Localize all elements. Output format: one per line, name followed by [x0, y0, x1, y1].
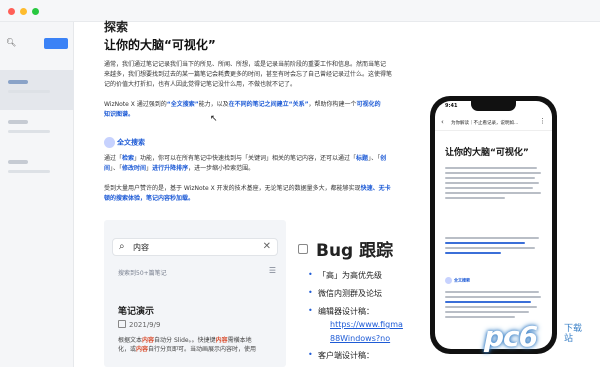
heading-marker-icon: [445, 277, 452, 284]
figma-link[interactable]: https://www.figma: [330, 320, 403, 329]
list-item[interactable]: [0, 70, 74, 110]
section-heading: 探索: [104, 20, 129, 34]
list-item: 客户端设计稿：: [308, 350, 374, 361]
list-item[interactable]: [0, 110, 74, 150]
bug-title: Bug 跟踪: [316, 241, 394, 261]
list-item[interactable]: [0, 150, 74, 190]
back-icon[interactable]: ‹: [441, 118, 444, 126]
paragraph: 通过「检索」功能，你可以在所有笔记中快速找到与「关键词」相关的笔记内容，还可以通…: [104, 155, 387, 172]
figma-link[interactable]: 88Windows?no: [330, 334, 390, 343]
status-time: 9:41: [445, 103, 458, 109]
result-snippet: 根据文本内容自动分 Slide。。快捷键内容需横本地 化，或内容自行分页即可。当…: [118, 337, 257, 353]
phone-heading: 让你的大脑“可视化”: [445, 148, 529, 158]
more-icon[interactable]: ⋮: [539, 117, 546, 125]
paragraph: 通常，我们通过笔记记录我们当下的所见、所闻、所想，或是记录当前阶段的重要工作和信…: [104, 61, 393, 88]
phone-paragraph: [445, 237, 541, 257]
subsection-heading: 全文搜索: [104, 137, 145, 148]
image-icon: [298, 244, 308, 254]
search-screenshot: ⌕ 内容 ✕ 搜索到50+篇笔记 ☰ 笔记演示 2021/9/9 根据文本内容自…: [104, 220, 286, 367]
heading-marker-icon: [104, 137, 115, 148]
clear-icon: ✕: [262, 241, 271, 252]
page-title: 让你的大脑“可视化”: [104, 38, 216, 52]
phone-screen: 9:41 ‹ 为你解读｜不止看记录，说明如... ⋮ 让你的大脑“可视化” 全文…: [435, 101, 552, 349]
sort-icon: ☰: [268, 266, 276, 275]
site-watermark: pc6 下载站: [478, 316, 590, 360]
calendar-icon: [118, 320, 126, 328]
list-item: 编辑器设计稿：: [308, 306, 374, 317]
search-box: ⌕ 内容 ✕: [112, 238, 278, 256]
phone-notch: [471, 101, 516, 111]
close-window-button[interactable]: [8, 8, 15, 15]
minimize-window-button[interactable]: [20, 8, 27, 15]
phone-paragraph: [445, 167, 541, 202]
list-item: 微信内测群及论坛: [308, 288, 382, 299]
list-item: 「高」为高优先级: [308, 270, 382, 281]
phone-nav-title: 为你解读｜不止看记录，说明如...: [451, 121, 519, 126]
app-window: 🔍︎ 探索 让你的大脑“可视化” 通常，我们通过笔记记录我们当下的所见、所闻、所…: [0, 0, 600, 367]
result-count: 搜索到50+篇笔记: [118, 270, 167, 277]
search-icon: ⌕: [119, 241, 125, 252]
mouse-cursor-icon: ↖: [210, 114, 218, 124]
zoom-window-button[interactable]: [32, 8, 39, 15]
watermark-text: 下载站: [564, 324, 583, 344]
note-list-sidebar: 🔍︎: [0, 22, 74, 367]
watermark-logo: pc6: [484, 320, 538, 353]
paragraph: WizNote X 通过强到的“全文搜索”能力，以及在不同的笔记之间建立“关系”…: [104, 101, 381, 118]
paragraph: 受到大量用户赞许的是，基于 WizNote X 开发的技术基座，无论笔记的数据量…: [104, 185, 391, 202]
result-date: 2021/9/9: [118, 320, 160, 329]
new-note-button[interactable]: [44, 38, 68, 49]
phone-subheading: 全文搜索: [445, 277, 470, 284]
result-title: 笔记演示: [118, 307, 155, 317]
phone-nav-bar: ‹ 为你解读｜不止看记录，说明如... ⋮: [435, 115, 552, 131]
title-bar: [0, 0, 600, 22]
search-icon[interactable]: 🔍︎: [6, 38, 16, 48]
